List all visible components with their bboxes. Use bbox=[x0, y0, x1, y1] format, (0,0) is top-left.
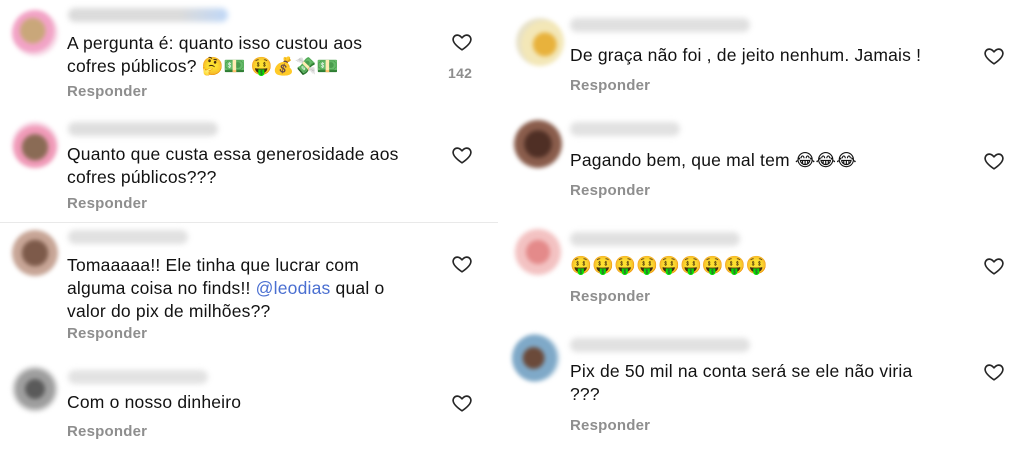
like-count[interactable]: 142 bbox=[448, 65, 472, 81]
username-blurred[interactable] bbox=[68, 230, 188, 244]
comment-item: De graça não foi , de jeito nenhum. Jama… bbox=[508, 0, 1024, 110]
comment-text: A pergunta é: quanto isso custou aos cof… bbox=[67, 33, 363, 76]
username-blurred[interactable] bbox=[68, 370, 208, 384]
username-blurred[interactable] bbox=[570, 122, 680, 136]
username-blurred[interactable] bbox=[68, 8, 228, 22]
reply-button[interactable]: Responder bbox=[570, 417, 650, 434]
reply-button[interactable]: Responder bbox=[570, 182, 650, 199]
right-comment-column: De graça não foi , de jeito nenhum. Jama… bbox=[508, 0, 1024, 452]
comment-item: Tomaaaaa!! Ele tinha que lucrar com algu… bbox=[0, 224, 498, 354]
username-blurred[interactable] bbox=[68, 122, 218, 136]
reply-button[interactable]: Responder bbox=[67, 83, 147, 100]
avatar[interactable] bbox=[514, 120, 562, 168]
heart-outline-icon[interactable] bbox=[983, 150, 1005, 172]
avatar[interactable] bbox=[514, 228, 562, 276]
column-gap bbox=[498, 0, 508, 452]
comment-item: A pergunta é: quanto isso custou aos cof… bbox=[0, 0, 498, 110]
avatar[interactable] bbox=[512, 334, 560, 382]
comment-text: De graça não foi , de jeito nenhum. Jama… bbox=[570, 45, 922, 65]
username-blurred[interactable] bbox=[570, 18, 750, 32]
heart-outline-icon[interactable] bbox=[983, 45, 1005, 67]
reply-button[interactable]: Responder bbox=[570, 77, 650, 94]
comment-text: Pagando bem, que mal tem 😂😂😂 bbox=[570, 150, 857, 170]
comment-item: Quanto que custa essa generosidade aos c… bbox=[0, 112, 498, 220]
comment-text: Pix de 50 mil na conta será se ele não v… bbox=[570, 361, 913, 404]
comment-text: Com o nosso dinheiro bbox=[67, 392, 242, 412]
avatar[interactable] bbox=[12, 122, 58, 168]
heart-outline-icon[interactable] bbox=[451, 253, 473, 275]
mention-link[interactable]: @leodias bbox=[256, 278, 331, 298]
comment-item: 🤑🤑🤑🤑🤑🤑🤑🤑🤑 Responder bbox=[508, 218, 1024, 318]
reply-button[interactable]: Responder bbox=[67, 423, 147, 440]
heart-outline-icon[interactable] bbox=[983, 255, 1005, 277]
avatar[interactable] bbox=[12, 10, 58, 56]
reply-button[interactable]: Responder bbox=[67, 195, 147, 212]
comment-text: 🤑🤑🤑🤑🤑🤑🤑🤑🤑 bbox=[570, 255, 768, 275]
comment-item: Com o nosso dinheiro Responder bbox=[0, 362, 498, 452]
username-blurred[interactable] bbox=[570, 232, 740, 246]
avatar[interactable] bbox=[12, 230, 58, 276]
heart-outline-icon[interactable] bbox=[451, 392, 473, 414]
heart-outline-icon[interactable] bbox=[451, 144, 473, 166]
section-divider bbox=[0, 222, 498, 223]
avatar[interactable] bbox=[516, 18, 564, 66]
heart-outline-icon[interactable] bbox=[983, 361, 1005, 383]
reply-button[interactable]: Responder bbox=[570, 288, 650, 305]
comment-text: Quanto que custa essa generosidade aos c… bbox=[67, 144, 399, 187]
left-comment-column: A pergunta é: quanto isso custou aos cof… bbox=[0, 0, 498, 452]
comment-text: Tomaaaaa!! Ele tinha que lucrar com algu… bbox=[67, 254, 412, 323]
avatar[interactable] bbox=[12, 366, 58, 412]
comment-item: Pagando bem, que mal tem 😂😂😂 Responder bbox=[508, 112, 1024, 212]
heart-outline-icon[interactable] bbox=[451, 31, 473, 53]
reply-button[interactable]: Responder bbox=[67, 325, 147, 342]
comment-item: Pix de 50 mil na conta será se ele não v… bbox=[508, 324, 1024, 452]
username-blurred[interactable] bbox=[570, 338, 750, 352]
